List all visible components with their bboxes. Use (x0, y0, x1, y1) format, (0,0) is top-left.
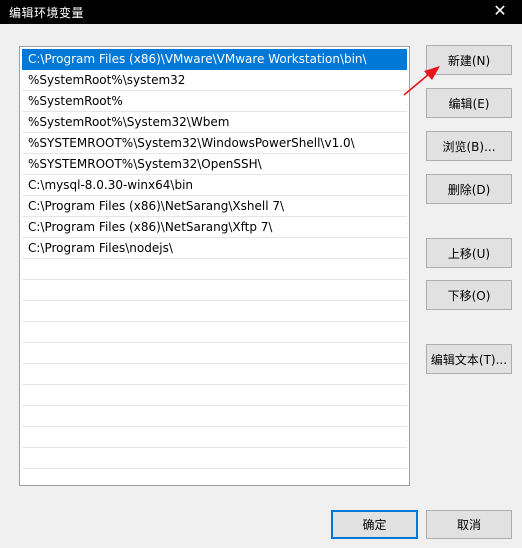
empty-list-row[interactable] (22, 259, 407, 280)
ok-button[interactable]: 确定 (331, 510, 418, 539)
move-down-button[interactable]: 下移(O) (426, 280, 512, 310)
list-item[interactable]: C:\Program Files\nodejs\ (22, 238, 407, 259)
empty-list-row[interactable] (22, 469, 407, 485)
list-item[interactable]: C:\Program Files (x86)\NetSarang\Xftp 7\ (22, 217, 407, 238)
window-title: 编辑环境变量 (9, 6, 85, 20)
browse-button[interactable]: 浏览(B)... (426, 131, 512, 161)
edit-text-button[interactable]: 编辑文本(T)... (426, 344, 512, 374)
empty-list-row[interactable] (22, 448, 407, 469)
empty-list-row[interactable] (22, 301, 407, 322)
new-button[interactable]: 新建(N) (426, 45, 512, 75)
title-bar: 编辑环境变量 ✕ (0, 0, 522, 24)
list-item[interactable]: %SYSTEMROOT%\System32\WindowsPowerShell\… (22, 133, 407, 154)
empty-list-row[interactable] (22, 385, 407, 406)
list-item[interactable]: C:\Program Files (x86)\VMware\VMware Wor… (22, 49, 407, 70)
path-listbox[interactable]: C:\Program Files (x86)\VMware\VMware Wor… (19, 46, 410, 486)
list-item[interactable]: %SYSTEMROOT%\System32\OpenSSH\ (22, 154, 407, 175)
delete-button[interactable]: 删除(D) (426, 174, 512, 204)
list-item[interactable]: C:\Program Files (x86)\NetSarang\Xshell … (22, 196, 407, 217)
list-item[interactable]: %SystemRoot%\System32\Wbem (22, 112, 407, 133)
list-item[interactable]: %SystemRoot% (22, 91, 407, 112)
empty-list-row[interactable] (22, 280, 407, 301)
close-icon[interactable]: ✕ (478, 0, 522, 24)
empty-list-row[interactable] (22, 322, 407, 343)
edit-button[interactable]: 编辑(E) (426, 88, 512, 118)
list-item[interactable]: %SystemRoot%\system32 (22, 70, 407, 91)
empty-list-row[interactable] (22, 427, 407, 448)
cancel-button[interactable]: 取消 (426, 510, 512, 539)
empty-list-row[interactable] (22, 406, 407, 427)
move-up-button[interactable]: 上移(U) (426, 238, 512, 268)
empty-list-row[interactable] (22, 364, 407, 385)
list-item[interactable]: C:\mysql-8.0.30-winx64\bin (22, 175, 407, 196)
empty-list-row[interactable] (22, 343, 407, 364)
